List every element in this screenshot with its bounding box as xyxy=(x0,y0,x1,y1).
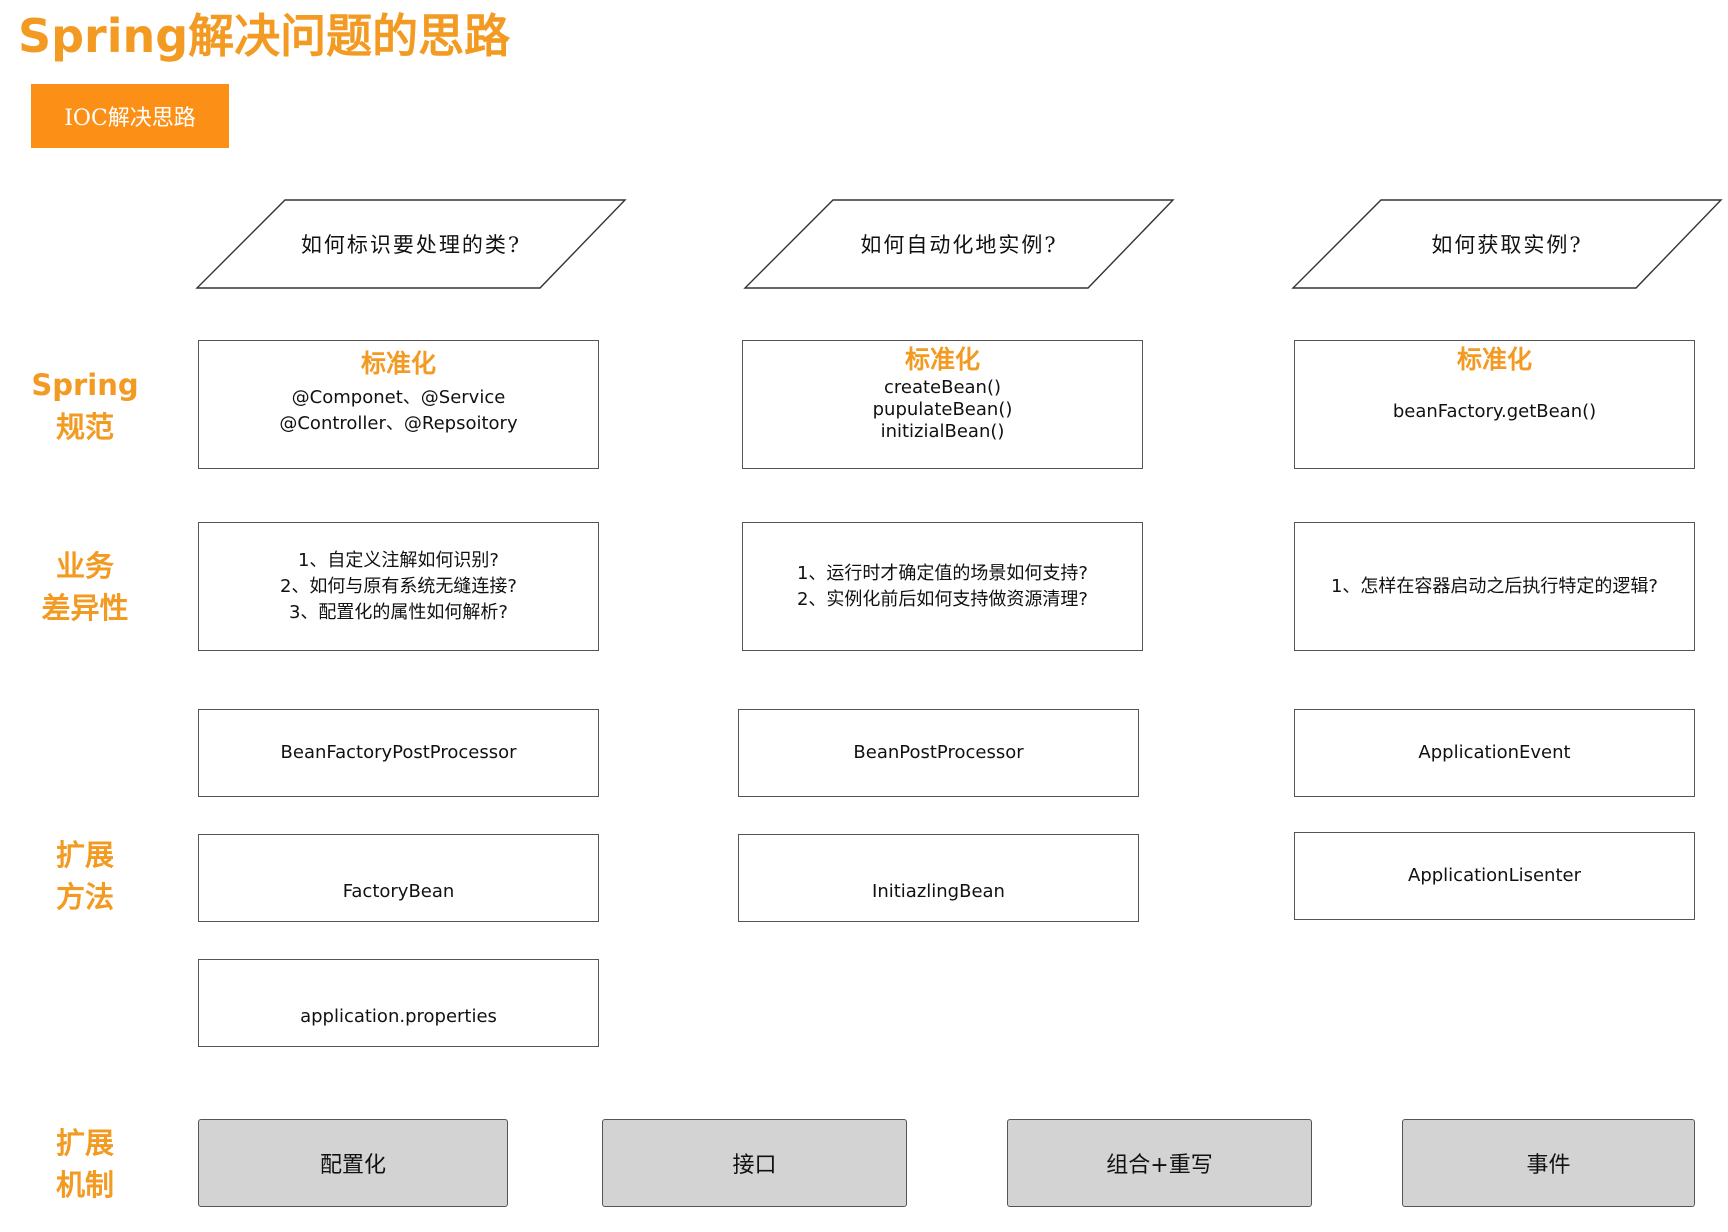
ext-box-application-properties: application.properties xyxy=(198,959,599,1047)
question-parallelogram-2: 如何自动化地实例? xyxy=(743,199,1175,289)
ext-box-application-lisenter: ApplicationLisenter xyxy=(1294,832,1695,920)
row-label-line: 业务 xyxy=(55,549,114,583)
row-label-line: 方法 xyxy=(55,880,114,914)
row-label-spring-spec: Spring 规范 xyxy=(20,364,150,448)
spec-box-heading: 标准化 xyxy=(1456,345,1532,374)
ext-box-factory-bean: FactoryBean xyxy=(198,834,599,922)
spec-box-line: @Controller、@Repsoitory xyxy=(279,413,518,434)
ext-box-application-event: ApplicationEvent xyxy=(1294,709,1695,797)
business-line: 1、自定义注解如何识别? xyxy=(297,549,499,571)
ext-box-bean-factory-post-processor: BeanFactoryPostProcessor xyxy=(198,709,599,797)
ext-box-label: BeanFactoryPostProcessor xyxy=(280,742,517,763)
question-parallelogram-1: 如何标识要处理的类? xyxy=(195,199,627,289)
mechanism-configuration: 配置化 xyxy=(198,1119,508,1207)
spec-box-line: beanFactory.getBean() xyxy=(1392,401,1597,422)
business-line: 1、运行时才确定值的场景如何支持? xyxy=(796,562,1088,584)
business-line: 2、实例化前后如何支持做资源清理? xyxy=(796,588,1088,610)
spec-box-line: pupulateBean() xyxy=(872,399,1013,420)
spec-box-2: 标准化 createBean() pupulateBean() initizia… xyxy=(742,340,1143,469)
question-text: 如何自动化地实例? xyxy=(860,233,1058,257)
question-parallelogram-3: 如何获取实例? xyxy=(1291,199,1723,289)
ext-box-label: BeanPostProcessor xyxy=(853,742,1024,763)
ioc-badge: IOC解决思路 xyxy=(31,84,229,148)
ext-box-label: application.properties xyxy=(300,1006,497,1027)
spec-box-heading: 标准化 xyxy=(904,345,980,374)
mechanism-label: 组合+重写 xyxy=(1106,1153,1213,1178)
ext-box-initiazling-bean: InitiazlingBean xyxy=(738,834,1139,922)
row-label-line: 差异性 xyxy=(41,591,129,625)
question-text: 如何获取实例? xyxy=(1431,233,1583,257)
spec-box-line: @Componet、@Service xyxy=(291,387,506,408)
spec-box-line: initizialBean() xyxy=(880,421,1005,442)
business-line: 2、如何与原有系统无缝连接? xyxy=(279,575,517,597)
mechanism-interface: 接口 xyxy=(602,1119,907,1207)
question-text: 如何标识要处理的类? xyxy=(300,233,522,257)
row-label-extension-mechanism: 扩展 机制 xyxy=(20,1122,150,1206)
row-label-line: 规范 xyxy=(55,410,114,444)
mechanism-label: 接口 xyxy=(732,1153,777,1178)
spec-box-3: 标准化 beanFactory.getBean() xyxy=(1294,340,1695,469)
mechanism-composition-override: 组合+重写 xyxy=(1007,1119,1312,1207)
mechanism-label: 事件 xyxy=(1526,1153,1571,1178)
row-label-line: Spring xyxy=(31,368,139,402)
ext-box-bean-post-processor: BeanPostProcessor xyxy=(738,709,1139,797)
spec-box-1: 标准化 @Componet、@Service @Controller、@Reps… xyxy=(198,340,599,469)
business-box-3: 1、怎样在容器启动之后执行特定的逻辑? xyxy=(1294,522,1695,651)
ext-box-label: FactoryBean xyxy=(342,881,455,902)
ext-box-label: ApplicationEvent xyxy=(1418,742,1571,763)
row-label-business: 业务 差异性 xyxy=(20,545,150,629)
mechanism-event: 事件 xyxy=(1402,1119,1695,1207)
row-label-extension-method: 扩展 方法 xyxy=(20,834,150,918)
page-title: Spring解决问题的思路 xyxy=(18,9,511,63)
spec-box-heading: 标准化 xyxy=(360,349,436,378)
business-box-1: 1、自定义注解如何识别? 2、如何与原有系统无缝连接? 3、配置化的属性如何解析… xyxy=(198,522,599,651)
business-line: 3、配置化的属性如何解析? xyxy=(288,601,508,623)
business-line: 1、怎样在容器启动之后执行特定的逻辑? xyxy=(1330,575,1658,597)
row-label-line: 扩展 xyxy=(55,838,114,872)
ext-box-label: InitiazlingBean xyxy=(872,881,1005,902)
row-label-line: 扩展 xyxy=(55,1126,114,1160)
spec-box-line: createBean() xyxy=(883,377,1002,398)
ext-box-label: ApplicationLisenter xyxy=(1408,865,1581,886)
business-box-2: 1、运行时才确定值的场景如何支持? 2、实例化前后如何支持做资源清理? xyxy=(742,522,1143,651)
row-label-line: 机制 xyxy=(55,1168,114,1202)
mechanism-label: 配置化 xyxy=(319,1153,386,1178)
